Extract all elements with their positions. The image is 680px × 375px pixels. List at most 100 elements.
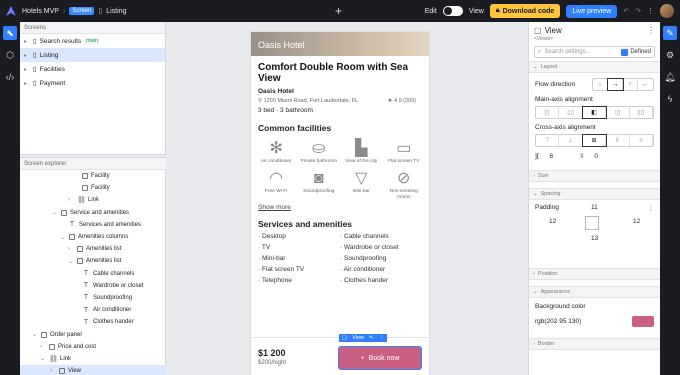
chevron-down-icon[interactable]: ⌄ xyxy=(32,331,38,338)
position-section-header[interactable]: › Position xyxy=(529,268,660,280)
appearance-section-header[interactable]: ⌄ Appearance xyxy=(529,286,660,298)
chevron-right-icon[interactable]: › xyxy=(68,197,74,203)
avatar[interactable] xyxy=(660,4,674,18)
chevron-right-icon[interactable]: › xyxy=(68,246,74,252)
chevron-down-icon[interactable]: ⌄ xyxy=(60,234,66,241)
tree-item[interactable]: › ⛓ Link xyxy=(20,194,166,206)
align-start-icon[interactable]: [▯ xyxy=(536,107,560,118)
parent-icon[interactable]: ⬑ xyxy=(369,335,374,341)
live-preview-button[interactable]: Live preview xyxy=(566,4,618,18)
chevron-right-icon[interactable]: ▸ xyxy=(24,38,30,45)
layout-section-header[interactable]: ⌄ Layout xyxy=(529,61,660,73)
settings-search[interactable]: ⌕ Search settings... Defined xyxy=(534,46,655,58)
cross-bottom-icon[interactable]: ⊥ xyxy=(559,135,583,146)
arrow-right-icon[interactable]: → xyxy=(607,78,624,91)
arrow-down-icon[interactable]: ↓ xyxy=(593,79,608,90)
brush-icon[interactable]: ✎ xyxy=(663,26,677,40)
screen-item[interactable]: ▸ ▯ Search results main xyxy=(20,34,165,48)
app-logo-icon[interactable] xyxy=(0,0,22,22)
redo-icon[interactable]: ↷ xyxy=(635,7,641,15)
tree-label: Link xyxy=(88,197,100,204)
chevron-right-icon[interactable]: › xyxy=(50,368,56,374)
tree-item[interactable]: T Soundproofing xyxy=(20,292,166,304)
search-input[interactable]: Search settings... xyxy=(544,49,590,55)
code-icon[interactable]: ‹/› xyxy=(3,70,17,84)
edit-mode-label[interactable]: Edit xyxy=(425,8,437,15)
defined-checkbox[interactable]: Defined xyxy=(621,48,651,56)
tree-item[interactable]: ⌄ Amenities columns xyxy=(20,231,166,243)
more-icon[interactable]: ⋮ xyxy=(647,26,655,35)
color-swatch[interactable] xyxy=(632,316,654,327)
tree-label: Facility xyxy=(91,173,110,180)
add-icon[interactable]: + xyxy=(335,4,342,18)
chevron-down-icon[interactable]: ⌄ xyxy=(40,355,46,362)
components-icon[interactable]: ⬡ xyxy=(3,48,17,62)
tree-item[interactable]: Facility xyxy=(20,170,166,182)
space-between-icon[interactable]: |▯| xyxy=(630,107,654,118)
padding-left[interactable]: 12 xyxy=(549,218,556,225)
more-icon[interactable]: ⋮ xyxy=(379,335,385,341)
tree-item[interactable]: T Clothes hander xyxy=(20,316,166,328)
background-color-value[interactable]: rgb(202 95 130) xyxy=(535,318,581,325)
more-icon[interactable]: ⋮ xyxy=(647,7,654,15)
tree-item[interactable]: ⌄ Service and amenities xyxy=(20,207,166,219)
chevron-down-icon[interactable]: ⌄ xyxy=(68,258,74,265)
facility: ▽ Mini-bar xyxy=(340,169,383,201)
view-mode-label[interactable]: View xyxy=(469,8,484,15)
border-section-header[interactable]: › Border xyxy=(529,338,660,350)
padding-top[interactable]: 11 xyxy=(591,204,598,211)
gap-horizontal-value[interactable]: 8 xyxy=(549,153,553,160)
tree-item[interactable]: ⌄ ⛓ Link xyxy=(20,353,166,365)
page-icon: ▯ xyxy=(33,66,37,73)
size-section-header[interactable]: › Size xyxy=(529,170,660,182)
screen-item-selected[interactable]: ▸ ▯ Listing xyxy=(20,48,165,62)
bell-icon[interactable]: 🔔︎ xyxy=(663,70,677,84)
screen-item[interactable]: ▸ ▯ Payment xyxy=(20,76,165,90)
tree-item[interactable]: › Price and cost xyxy=(20,341,166,353)
tree-item[interactable]: T Services and amenities xyxy=(20,219,166,231)
download-code-button[interactable]: 🔒︎ Download code xyxy=(489,4,561,18)
settings-icon[interactable]: ⚙ xyxy=(663,48,677,62)
cross-stretch-icon[interactable]: ‖ xyxy=(606,135,630,146)
cross-baseline-icon[interactable]: ≡ xyxy=(630,135,654,146)
chevron-right-icon[interactable]: ▸ xyxy=(24,80,30,87)
tree-item[interactable]: ⌄ Amenities list xyxy=(20,255,166,267)
defined-label: Defined xyxy=(630,49,651,55)
more-icon[interactable]: ⋮ xyxy=(648,204,655,212)
padding-editor: Padding 11 12 12 13 ⋮ xyxy=(529,200,660,252)
project-name[interactable]: Hotels MVP xyxy=(22,8,59,15)
screen-item[interactable]: ▸ ▯ Facilities xyxy=(20,62,165,76)
canvas[interactable]: Oasis Hotel Comfort Double Room with Sea… xyxy=(166,22,528,375)
align-middle-icon[interactable]: ◧ xyxy=(581,106,608,119)
service-item: · Mini-bar xyxy=(258,255,286,263)
tree-item[interactable]: › Amenities list xyxy=(20,243,166,255)
cross-top-icon[interactable]: ⊤ xyxy=(536,135,560,146)
tree-item[interactable]: ⌄ Order panel xyxy=(20,328,166,340)
chevron-down-icon[interactable]: ⌄ xyxy=(52,209,58,216)
cross-center-icon[interactable]: ⊞ xyxy=(581,134,608,147)
tree-item[interactable]: T Wardrobe or closet xyxy=(20,280,166,292)
padding-bottom[interactable]: 13 xyxy=(591,235,598,242)
lightning-icon[interactable]: ϟ xyxy=(663,92,677,106)
undo-icon[interactable]: ↶ xyxy=(623,7,629,15)
align-end-icon[interactable]: ▯] xyxy=(606,107,630,118)
tree-item[interactable]: T Air conditioner xyxy=(20,304,166,316)
gap-vertical-value[interactable]: 0 xyxy=(594,153,598,160)
chevron-right-icon[interactable]: ▸ xyxy=(24,52,30,59)
padding-right[interactable]: 12 xyxy=(633,218,640,225)
edit-view-toggle[interactable] xyxy=(442,6,463,16)
current-screen[interactable]: Listing xyxy=(106,8,126,15)
arrow-up-icon[interactable]: ↑ xyxy=(623,79,638,90)
align-center-icon[interactable]: ▯▯ xyxy=(559,107,583,118)
spacing-section-header[interactable]: ⌄ Spacing xyxy=(529,188,660,200)
arrow-left-icon[interactable]: ← xyxy=(638,79,653,90)
tree-item-selected[interactable]: › View xyxy=(20,365,166,375)
tree-item[interactable]: T Cable channels xyxy=(20,268,166,280)
tree-item[interactable]: Facility xyxy=(20,182,166,194)
cursor-icon[interactable]: ⬉ xyxy=(3,26,17,40)
inspector-header: ▢ View ⋮ xyxy=(529,22,660,35)
book-now-button[interactable]: + Book now xyxy=(338,346,422,370)
chevron-right-icon[interactable]: ▸ xyxy=(24,66,30,73)
chevron-right-icon[interactable]: › xyxy=(40,344,46,350)
show-more-link[interactable]: Show more xyxy=(251,200,429,211)
